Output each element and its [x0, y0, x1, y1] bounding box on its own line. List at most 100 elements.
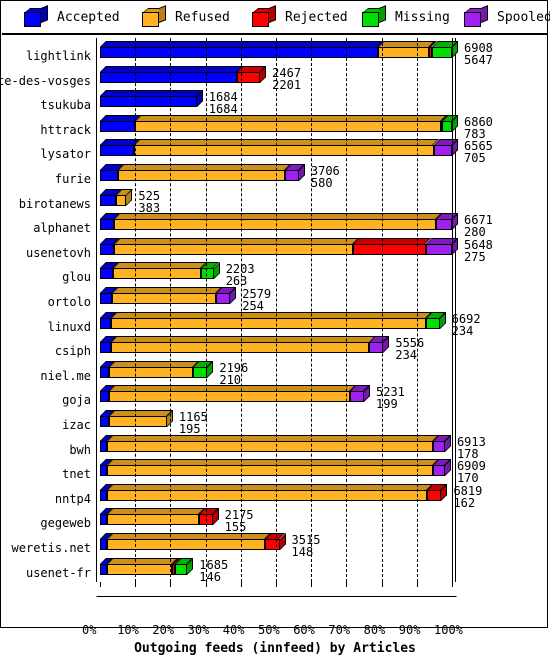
bar-segment-accepted [100, 342, 111, 354]
x-axis-line [96, 582, 471, 597]
bar-segment-spooled [349, 391, 364, 403]
cube-icon [142, 5, 168, 27]
x-tick-mark [100, 582, 101, 587]
bar-accepted-value: 199 [376, 397, 398, 412]
bar-segment-missing [174, 563, 188, 575]
bar-total-value: 6692 [451, 311, 481, 326]
bar-segment-top [135, 114, 447, 121]
bar-accepted-value: 275 [464, 249, 486, 264]
bar-segment-refused [107, 514, 199, 526]
y-axis-label: lightlink [25, 49, 91, 63]
y-axis-label: tnet [62, 467, 91, 482]
bar-total-value: 6819 [453, 483, 483, 498]
y-axis-line [96, 38, 97, 582]
bar-segment-refused [113, 268, 202, 280]
legend-item-missing: Missing [362, 5, 450, 27]
bar-value-labels: 6913 178 [457, 436, 486, 460]
x-tick-mark [416, 582, 418, 587]
y-axis-label: gegeweb [40, 516, 91, 531]
bar-accepted-value: 254 [242, 299, 264, 313]
bar-segment-spooled [436, 219, 452, 231]
bar-segment-accepted [100, 145, 135, 157]
x-tick-mark [452, 582, 453, 587]
gridline [416, 38, 418, 582]
bar-segment-refused [110, 317, 426, 329]
bar-segment-spooled [216, 293, 231, 304]
bar-segment-top [107, 533, 272, 539]
legend-item-accepted: Accepted [24, 5, 120, 27]
bar-segment-spooled [432, 440, 445, 452]
cube-icon [464, 5, 490, 27]
bar-accepted-value: 580 [310, 176, 333, 190]
y-axis-label: bete-des-vosges [0, 73, 91, 88]
chart-legend: Accepted Refused Rejected Missing Spooled [2, 2, 550, 35]
bar-segment-spooled [432, 465, 445, 477]
bar-value-labels: 6692 234 [452, 313, 481, 337]
bar-segment-refused [107, 465, 433, 477]
bar-segment-missing [201, 268, 214, 280]
bar-segment-top [107, 557, 179, 564]
x-tick-label: 70% [328, 623, 351, 637]
bar-total-value: 6860 [464, 114, 493, 129]
y-axis-label: usenet-fr [25, 565, 91, 580]
bar-accepted-value: 234 [451, 323, 474, 338]
bar-accepted-value: 170 [456, 471, 479, 486]
bar-segment-top [378, 41, 436, 47]
x-tick-mark [240, 582, 242, 587]
bar-segment-accepted [100, 120, 136, 132]
bar-segment-accepted [100, 96, 197, 108]
bar-segment-top [107, 459, 439, 466]
bar-value-labels: 6819 162 [453, 485, 482, 509]
x-tick-label: 100% [434, 623, 463, 637]
bar-accepted-value: 280 [464, 225, 486, 240]
gridline [452, 38, 453, 582]
x-tick-mark [311, 582, 313, 587]
y-axis-label: izac [62, 418, 91, 432]
bar-value-labels: 5231 199 [376, 386, 405, 410]
bar-accepted-value: 783 [464, 126, 486, 141]
bar-segment-refused [115, 194, 127, 206]
bar-accepted-value: 146 [199, 569, 221, 584]
x-axis-tick-labels: 0% 10% 20% 30% 40% 50% 60% 70% 80% 90% 100% [62, 623, 550, 639]
y-axis-label: ortolo [47, 295, 91, 309]
bar-value-labels: 2579 254 [242, 288, 271, 312]
chart-frame: Accepted Refused Rejected Missing Spooled li… [0, 0, 550, 656]
bar-segment-top [110, 311, 432, 318]
bar-value-labels: 3706 580 [311, 165, 340, 189]
plot-wrapper: lightlink bete-des-vosges tsukuba httrack ly… [0, 35, 548, 656]
bar-value-labels: 1165 195 [179, 411, 208, 435]
bar-segment-top [108, 385, 356, 392]
gridline [205, 38, 207, 582]
bar-segment-accepted [100, 317, 111, 329]
bar-accepted-value: 210 [219, 372, 242, 387]
bar-segment-accepted [100, 243, 115, 255]
legend-item-spooled: Spooled [464, 5, 550, 27]
bar-segment-refused [108, 366, 194, 378]
y-axis-label: csiph [54, 344, 91, 359]
bar-segment-missing [425, 317, 440, 329]
bar-segment-rejected [427, 489, 442, 501]
gridline [240, 38, 242, 582]
bar-segment-refused [107, 440, 433, 452]
cube-icon [24, 5, 50, 27]
bar-value-labels: 3515 148 [292, 534, 321, 558]
bar-segment-refused [112, 293, 217, 304]
bar-segment-top [107, 483, 434, 490]
bar-segment-accepted [100, 293, 113, 304]
y-axis-label: furie [54, 172, 91, 186]
bar-segment-refused [135, 120, 441, 132]
bar-total-value: 2196 [219, 360, 249, 375]
bar-segment-accepted [100, 440, 108, 452]
bar-segment-accepted [100, 219, 115, 231]
bar-value-labels: 6671 280 [464, 214, 493, 238]
y-axis-label: linuxd [47, 319, 91, 334]
bar-segment-top [113, 262, 208, 269]
bar-segment-top [107, 434, 439, 441]
bar-segment-accepted [100, 194, 116, 206]
bar-value-labels: 5556 234 [395, 337, 424, 361]
bar-value-labels: 5648 275 [464, 239, 493, 263]
bar-total-value: 6913 [456, 434, 486, 449]
x-tick-label: 80% [363, 623, 386, 637]
x-tick-mark [346, 582, 348, 587]
y-axis-label: alphanet [33, 221, 91, 236]
